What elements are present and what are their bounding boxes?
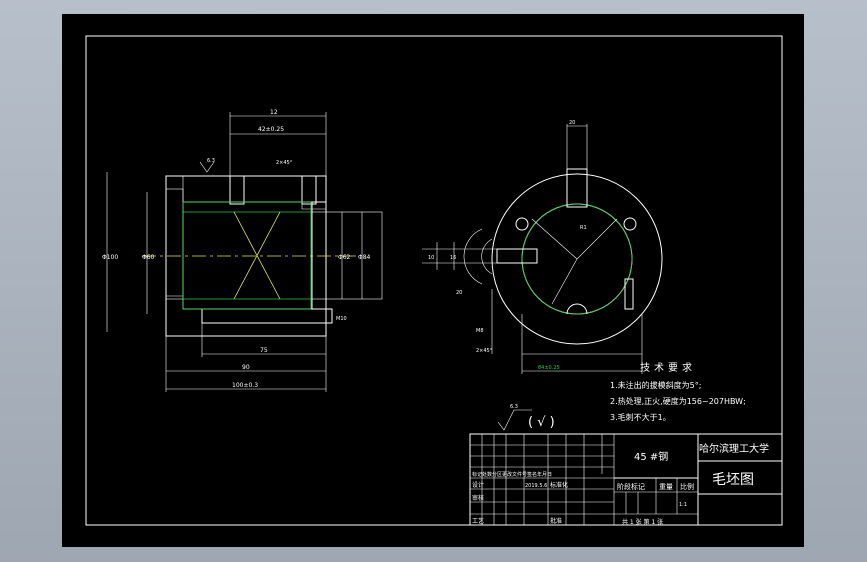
right-end-view	[422, 124, 663, 374]
roughness-symbol	[497, 409, 532, 431]
cad-drawing-canvas: 12 42±0.25 6.3 2×45° Φ100 Φ60 Φ62 Φ84 M1…	[85, 35, 783, 526]
sheet-count: 共 1 张 第 1 张	[622, 518, 663, 526]
material-label: 45 #钢	[634, 450, 668, 463]
title-row-review: 审核	[472, 494, 484, 502]
dim-right-10: 10	[428, 255, 434, 261]
dim-chamfer-bottom: 2×45°	[476, 348, 493, 354]
dim-dia-right-outer: Φ84	[358, 254, 371, 261]
tech-item-2: 2.热处理,正火,硬度为156~207HBW;	[610, 396, 746, 406]
tech-item-1: 1.未注出的拔模斜度为5°;	[610, 380, 701, 390]
drawing-name: 毛坯图	[712, 472, 754, 488]
dim-dia-left: Φ100	[102, 254, 118, 261]
title-standard-label: 标准化	[550, 481, 568, 489]
dim-right-16: 16	[450, 255, 456, 261]
dim-right-bottom: 84±0.25	[538, 365, 560, 371]
dim-chamfer-top: 2×45°	[276, 160, 293, 166]
scale-label: 比例	[680, 482, 694, 491]
dim-dia-inner-left: Φ60	[142, 254, 155, 261]
dim-right-m8: M8	[476, 328, 484, 334]
scale-value: 1:1	[679, 502, 687, 508]
dim-length-90: 90	[242, 364, 250, 371]
dim-top-width: 12	[270, 109, 278, 116]
dim-right-20: 20	[456, 290, 462, 296]
dim-thread: M10	[336, 316, 347, 322]
dim-length-75: 75	[260, 347, 268, 354]
stage-mark-label: 阶段标记	[617, 482, 645, 491]
title-row-design: 设计	[472, 481, 484, 489]
dim-dia-right-inner: Φ62	[338, 254, 351, 261]
dim-right-top: 20	[569, 120, 575, 126]
drawing-sheet: 12 42±0.25 6.3 2×45° Φ100 Φ60 Φ62 Φ84 M1…	[62, 14, 804, 547]
dim-top-offset: 42±0.25	[258, 126, 284, 133]
title-row-header: 标记处数分区更改文件号签名年月日	[472, 471, 552, 478]
dim-overall-length: 100±0.3	[232, 382, 258, 389]
weight-label: 重量	[659, 483, 673, 491]
tech-title: 技术要求	[640, 361, 696, 374]
drawing-border	[85, 35, 783, 526]
roughness-paren: ( √ )	[528, 415, 555, 430]
tech-item-3: 3.毛刺不大于1。	[610, 412, 671, 422]
left-section-view	[106, 112, 383, 392]
title-sign-date: 2019.5.6	[525, 483, 547, 489]
title-row-process: 工艺	[472, 517, 484, 525]
title-approve-label: 批准	[550, 517, 562, 525]
roughness-value: 6.3	[510, 404, 518, 410]
school-name: 哈尔滨理工大学	[699, 442, 769, 455]
dim-right-radius: R1	[580, 225, 587, 231]
dim-roughness: 6.3	[207, 158, 215, 164]
